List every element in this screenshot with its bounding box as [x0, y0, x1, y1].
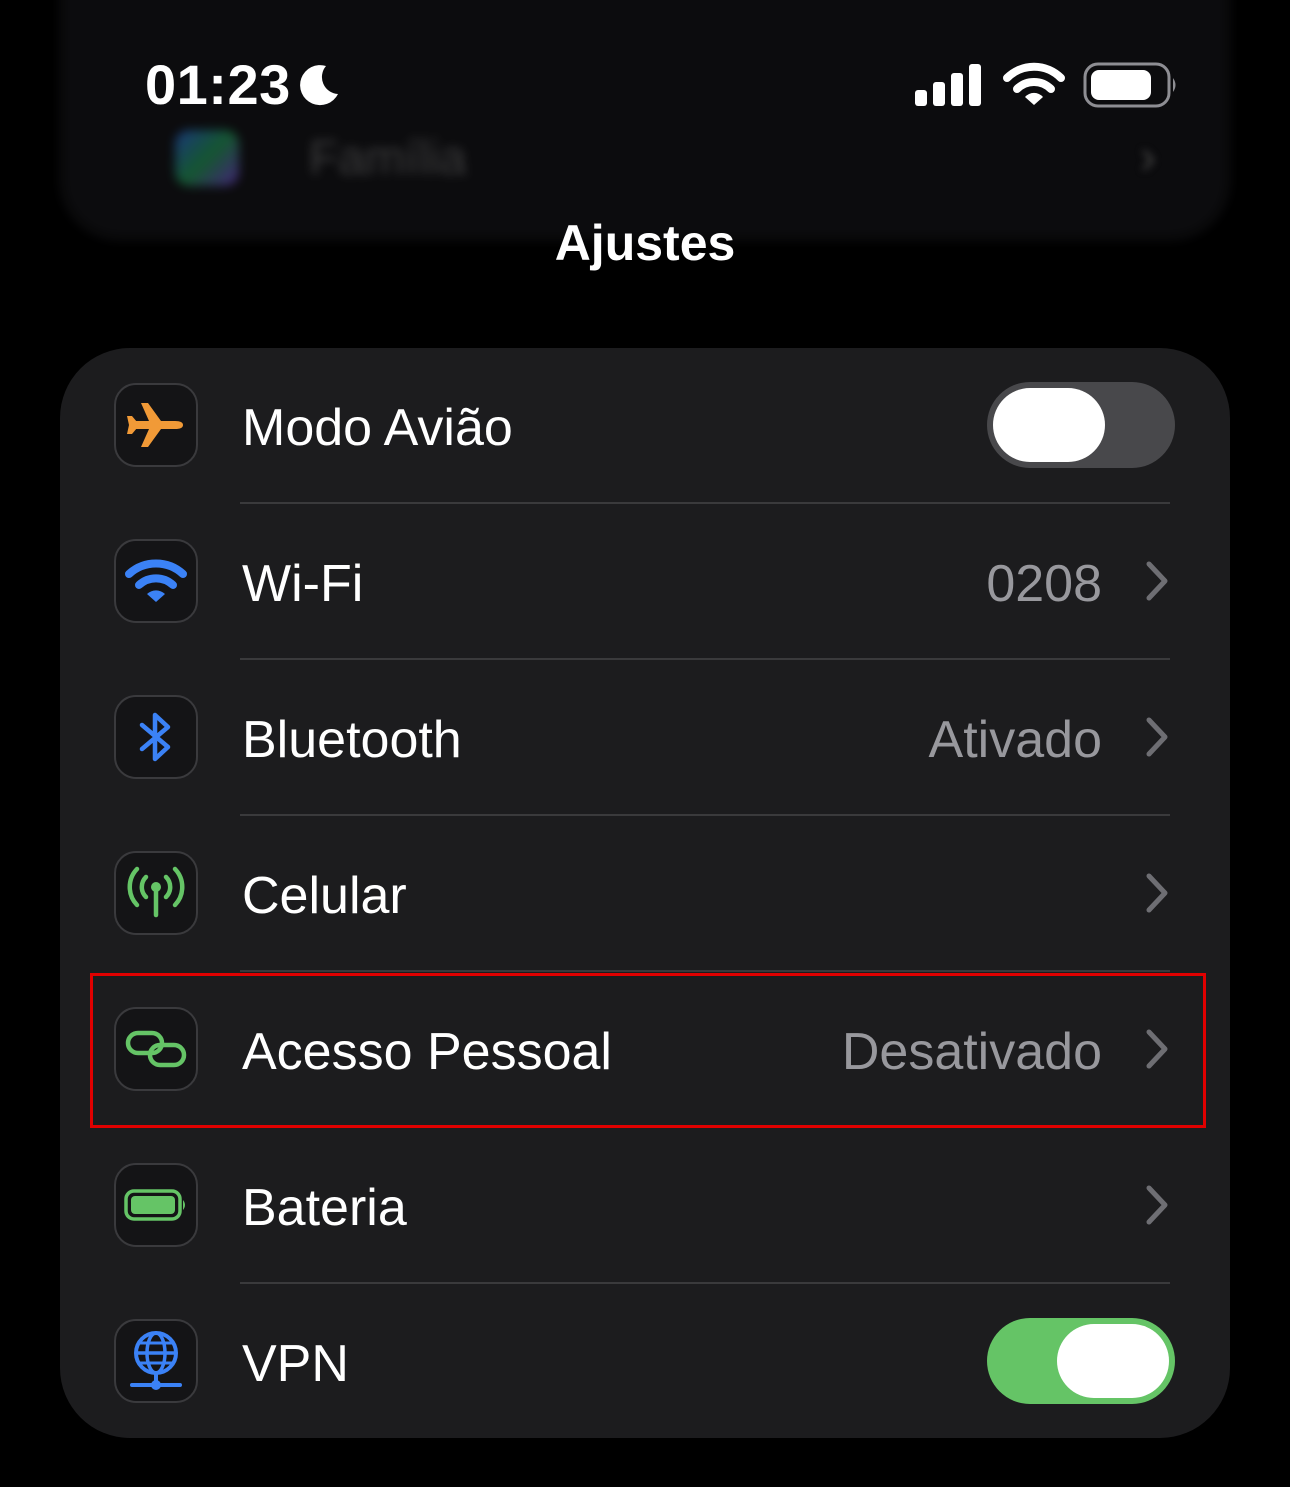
row-vpn[interactable]: VPN: [60, 1284, 1230, 1438]
family-icon: [175, 130, 239, 186]
row-label-personal-hotspot: Acesso Pessoal: [242, 1023, 612, 1081]
row-cellular[interactable]: Celular: [60, 816, 1230, 972]
chevron-right-icon: [1146, 561, 1168, 601]
toggle-knob: [993, 388, 1105, 462]
wifi-status-icon: [1003, 62, 1065, 105]
airplane-icon: [114, 383, 198, 467]
background-family-row: Família: [175, 130, 466, 186]
row-label-cellular: Celular: [242, 867, 407, 925]
row-battery[interactable]: Bateria: [60, 1128, 1230, 1284]
antenna-icon: [114, 851, 198, 935]
row-label-battery: Bateria: [242, 1179, 407, 1237]
battery-status-icon: [1083, 62, 1176, 108]
battery-icon: [114, 1163, 198, 1247]
row-label-vpn: VPN: [242, 1335, 349, 1393]
airplane-mode-toggle[interactable]: [987, 382, 1175, 468]
row-personal-hotspot[interactable]: Acesso Pessoal Desativado: [60, 972, 1230, 1128]
row-label-wifi: Wi-Fi: [242, 555, 364, 613]
globe-network-icon: [114, 1319, 198, 1403]
chevron-right-icon: [1146, 1185, 1168, 1225]
chevron-right-icon: [1146, 1029, 1168, 1069]
background-chevron-icon: ›: [1140, 131, 1156, 184]
row-wifi[interactable]: Wi-Fi 0208: [60, 504, 1230, 660]
chevron-right-icon: [1146, 717, 1168, 757]
background-blur-card: [60, 0, 1230, 240]
chevron-right-icon: [1146, 873, 1168, 913]
toggle-knob: [1057, 1324, 1169, 1398]
bluetooth-icon: [114, 695, 198, 779]
page-title: Ajustes: [554, 215, 736, 271]
vpn-toggle[interactable]: [987, 1318, 1175, 1404]
row-bluetooth[interactable]: Bluetooth Ativado: [60, 660, 1230, 816]
settings-group: Modo Avião Wi-Fi 0208 Bluetooth Ativado: [60, 348, 1230, 1438]
row-value-wifi: 0208: [986, 555, 1102, 613]
row-label-bluetooth: Bluetooth: [242, 711, 462, 769]
row-value-bluetooth: Ativado: [928, 711, 1102, 769]
cellular-signal-icon: [915, 64, 981, 106]
background-family-label: Família: [309, 131, 467, 185]
row-label-airplane-mode: Modo Avião: [242, 399, 513, 457]
link-icon: [114, 1007, 198, 1091]
status-time: 01:23: [145, 53, 291, 116]
wifi-icon: [114, 539, 198, 623]
row-airplane-mode[interactable]: Modo Avião: [60, 348, 1230, 504]
row-value-personal-hotspot: Desativado: [841, 1023, 1102, 1081]
moon-icon: [300, 65, 338, 106]
